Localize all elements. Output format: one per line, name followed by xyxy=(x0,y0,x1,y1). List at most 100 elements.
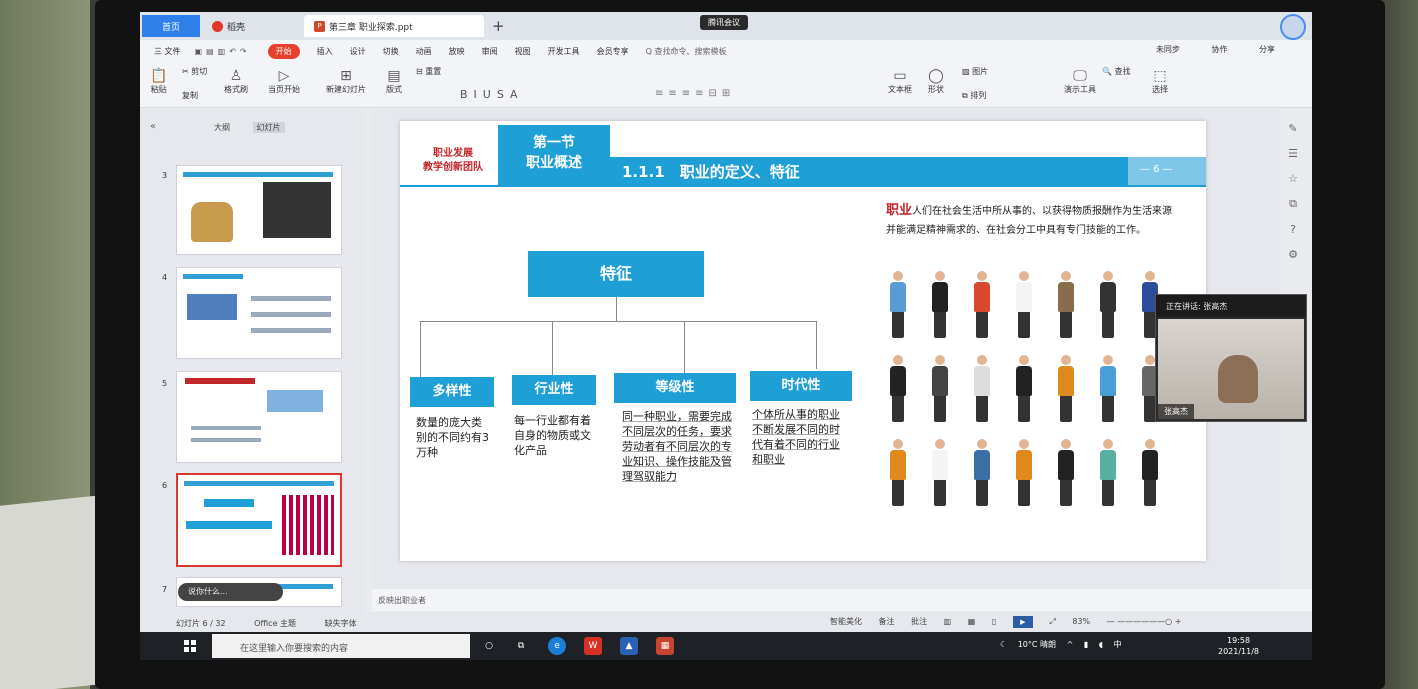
feature-diversity: 多样性 xyxy=(410,377,494,407)
textbox-button[interactable]: ▭ 文本框 xyxy=(888,68,912,95)
select-icon: ⬚ xyxy=(1153,68,1167,84)
sync-status[interactable]: 未同步 xyxy=(1156,45,1180,54)
task-view-icon[interactable]: ⧉ xyxy=(512,637,530,655)
tiger-image xyxy=(263,182,331,238)
select-button[interactable]: ⬚ 选择 xyxy=(1152,68,1168,95)
zoom-slider[interactable]: — ——————○ + xyxy=(1107,617,1182,626)
slide-thumbnail-6-selected[interactable] xyxy=(176,473,342,567)
comment-button[interactable]: 批注 xyxy=(911,617,927,626)
collapse-panel-icon[interactable]: « xyxy=(150,121,156,132)
layout-button[interactable]: ▤ 版式 xyxy=(386,68,402,95)
menu-slideshow[interactable]: 放映 xyxy=(449,46,465,57)
tab-slides[interactable]: 幻灯片 xyxy=(252,122,285,133)
notes-pane[interactable]: 反映出职业者 xyxy=(372,589,1312,611)
chat-input-pill[interactable]: 说你什么... xyxy=(178,583,283,601)
slideshow-play-button[interactable]: ▶ xyxy=(1012,616,1033,628)
windows-start-icon[interactable] xyxy=(184,640,196,652)
paste-button[interactable]: 📋 粘贴 xyxy=(150,68,167,95)
settings-icon[interactable]: ⚙ xyxy=(1280,248,1306,261)
menu-member[interactable]: 会员专享 xyxy=(597,46,629,57)
cut-button[interactable]: ✂ 剪切 xyxy=(182,66,207,77)
menu-design[interactable]: 设计 xyxy=(350,46,366,57)
menu-right-actions: 未同步 协作 分享 xyxy=(1144,44,1292,55)
meeting-indicator[interactable]: 腾讯会议 xyxy=(700,15,748,30)
volume-icon[interactable]: ◖ xyxy=(1099,640,1103,649)
missing-font-button[interactable]: 缺失字体 xyxy=(325,619,357,628)
photos-taskbar-icon[interactable]: ▲ xyxy=(620,637,638,655)
tab-document[interactable]: P 第三章 职业探索.ppt xyxy=(304,15,484,37)
team-label: 职业发展 教学创新团队 xyxy=(423,148,483,173)
system-tray: ☾ 10°C 晴朗 ^ ▮ ◖ 中 xyxy=(1000,639,1130,650)
pen-icon[interactable]: ✎ xyxy=(1280,122,1306,135)
shape-button[interactable]: ◯ 形状 xyxy=(928,68,944,95)
tab-docer[interactable]: 稻壳 xyxy=(202,15,302,37)
ime-indicator[interactable]: 中 xyxy=(1114,640,1122,649)
copy-icon[interactable]: ⧉ xyxy=(1280,197,1306,211)
new-slide-button[interactable]: ⊞ 新建幻灯片 xyxy=(326,68,366,95)
quick-access-icons[interactable]: ▣▤▥↶↷ xyxy=(195,47,251,56)
slide-thumbnail-5[interactable] xyxy=(176,371,342,463)
reset-icon: ⊟ xyxy=(416,67,423,76)
copy-button[interactable]: 复制 xyxy=(182,90,198,101)
thumb-number: 7 xyxy=(162,585,168,594)
worker-figure xyxy=(1056,271,1076,341)
paragraph-format-tools[interactable]: ≡≡≡≡⊟⊞ xyxy=(655,88,735,99)
find-button[interactable]: 🔍 查找 xyxy=(1102,66,1131,77)
wps-taskbar-icon[interactable]: W xyxy=(584,637,602,655)
sliders-icon[interactable]: ☰ xyxy=(1280,147,1306,160)
menu-file[interactable]: 三 文件 xyxy=(154,46,181,57)
menu-transition[interactable]: 切换 xyxy=(383,46,399,57)
menu-developer[interactable]: 开发工具 xyxy=(548,46,580,57)
help-icon[interactable]: ? xyxy=(1280,223,1306,236)
tray-arrow-icon[interactable]: ^ xyxy=(1067,640,1074,649)
definition-text: 职业人们在社会生活中所从事的、以获得物质报酬作为生活来源并能满足精神需求的、在社… xyxy=(886,203,1173,236)
smart-beautify-button[interactable]: 智能美化 xyxy=(830,617,862,626)
slide-thumbnail-4[interactable] xyxy=(176,267,342,359)
menu-insert[interactable]: 插入 xyxy=(317,46,333,57)
slide-page-tag: — 6 — xyxy=(1128,157,1206,185)
share-button[interactable]: 分享 xyxy=(1259,45,1275,54)
tab-bar: 首页 稻壳 P 第三章 职业探索.ppt + 腾讯会议 xyxy=(140,12,1312,40)
command-search[interactable]: Q 查找命令、搜索模板 xyxy=(646,46,727,57)
menu-review[interactable]: 审阅 xyxy=(482,46,498,57)
view-grid-icon[interactable]: ▦ xyxy=(968,617,976,626)
reset-button[interactable]: ⊟ 重置 xyxy=(416,66,441,77)
calendar-taskbar-icon[interactable]: ▦ xyxy=(656,637,674,655)
menu-view[interactable]: 视图 xyxy=(515,46,531,57)
weather-text[interactable]: 10°C 晴朗 xyxy=(1018,640,1056,649)
tab-home[interactable]: 首页 xyxy=(142,15,200,37)
slide-thumbnail-3[interactable] xyxy=(176,165,342,255)
arrange-icon: ⧉ xyxy=(962,91,968,100)
font-format-tools[interactable]: BIUSA xyxy=(460,88,524,101)
arrange-button[interactable]: ⧉ 排列 xyxy=(962,90,986,101)
meeting-camera-window[interactable]: 正在讲话: 张高杰 张高杰 xyxy=(1155,294,1307,422)
format-painter-button[interactable]: ♙ 格式刷 xyxy=(224,68,248,95)
edge-icon[interactable]: e xyxy=(548,637,566,655)
picture-button[interactable]: ▨ 图片 xyxy=(962,66,988,77)
menu-bar: 三 文件 ▣▤▥↶↷ 开始 插入 设计 切换 动画 放映 审阅 视图 开发工具 … xyxy=(140,40,1312,62)
menu-animation[interactable]: 动画 xyxy=(416,46,432,57)
view-normal-icon[interactable]: ▥ xyxy=(944,617,952,626)
taskbar-search[interactable]: 在这里输入你要搜索的内容 xyxy=(212,634,470,658)
network-icon[interactable]: ▮ xyxy=(1084,640,1088,649)
view-reading-icon[interactable]: ▯ xyxy=(992,617,996,626)
presentation-tools-icon: 🖵 xyxy=(1073,68,1087,84)
star-icon[interactable]: ☆ xyxy=(1280,172,1306,185)
new-tab-button[interactable]: + xyxy=(492,17,505,35)
taskbar-clock[interactable]: 19:58 2021/11/8 xyxy=(1218,635,1259,657)
fit-icon[interactable]: ⤢ xyxy=(1049,617,1055,626)
current-slide[interactable]: 职业发展 教学创新团队 第一节 职业概述 1.1.1 职业的定义、特征 — 6 … xyxy=(400,121,1206,561)
worker-figure xyxy=(972,355,992,425)
tab-outline[interactable]: 大纲 xyxy=(210,122,234,133)
menu-start[interactable]: 开始 xyxy=(267,43,300,59)
feature-industry: 行业性 xyxy=(512,375,596,405)
weather-icon: ☾ xyxy=(1000,640,1008,649)
presentation-tools-button[interactable]: 🖵 演示工具 xyxy=(1064,68,1096,95)
play-from-current-button[interactable]: ▷ 当页开始 xyxy=(268,68,300,95)
user-avatar[interactable] xyxy=(1280,14,1306,40)
paste-icon: 📋 xyxy=(150,68,168,84)
notes-button[interactable]: 备注 xyxy=(879,617,895,626)
play-icon: ▷ xyxy=(278,68,290,84)
collaborate-button[interactable]: 协作 xyxy=(1211,45,1227,54)
cortana-icon[interactable]: ○ xyxy=(480,637,498,655)
